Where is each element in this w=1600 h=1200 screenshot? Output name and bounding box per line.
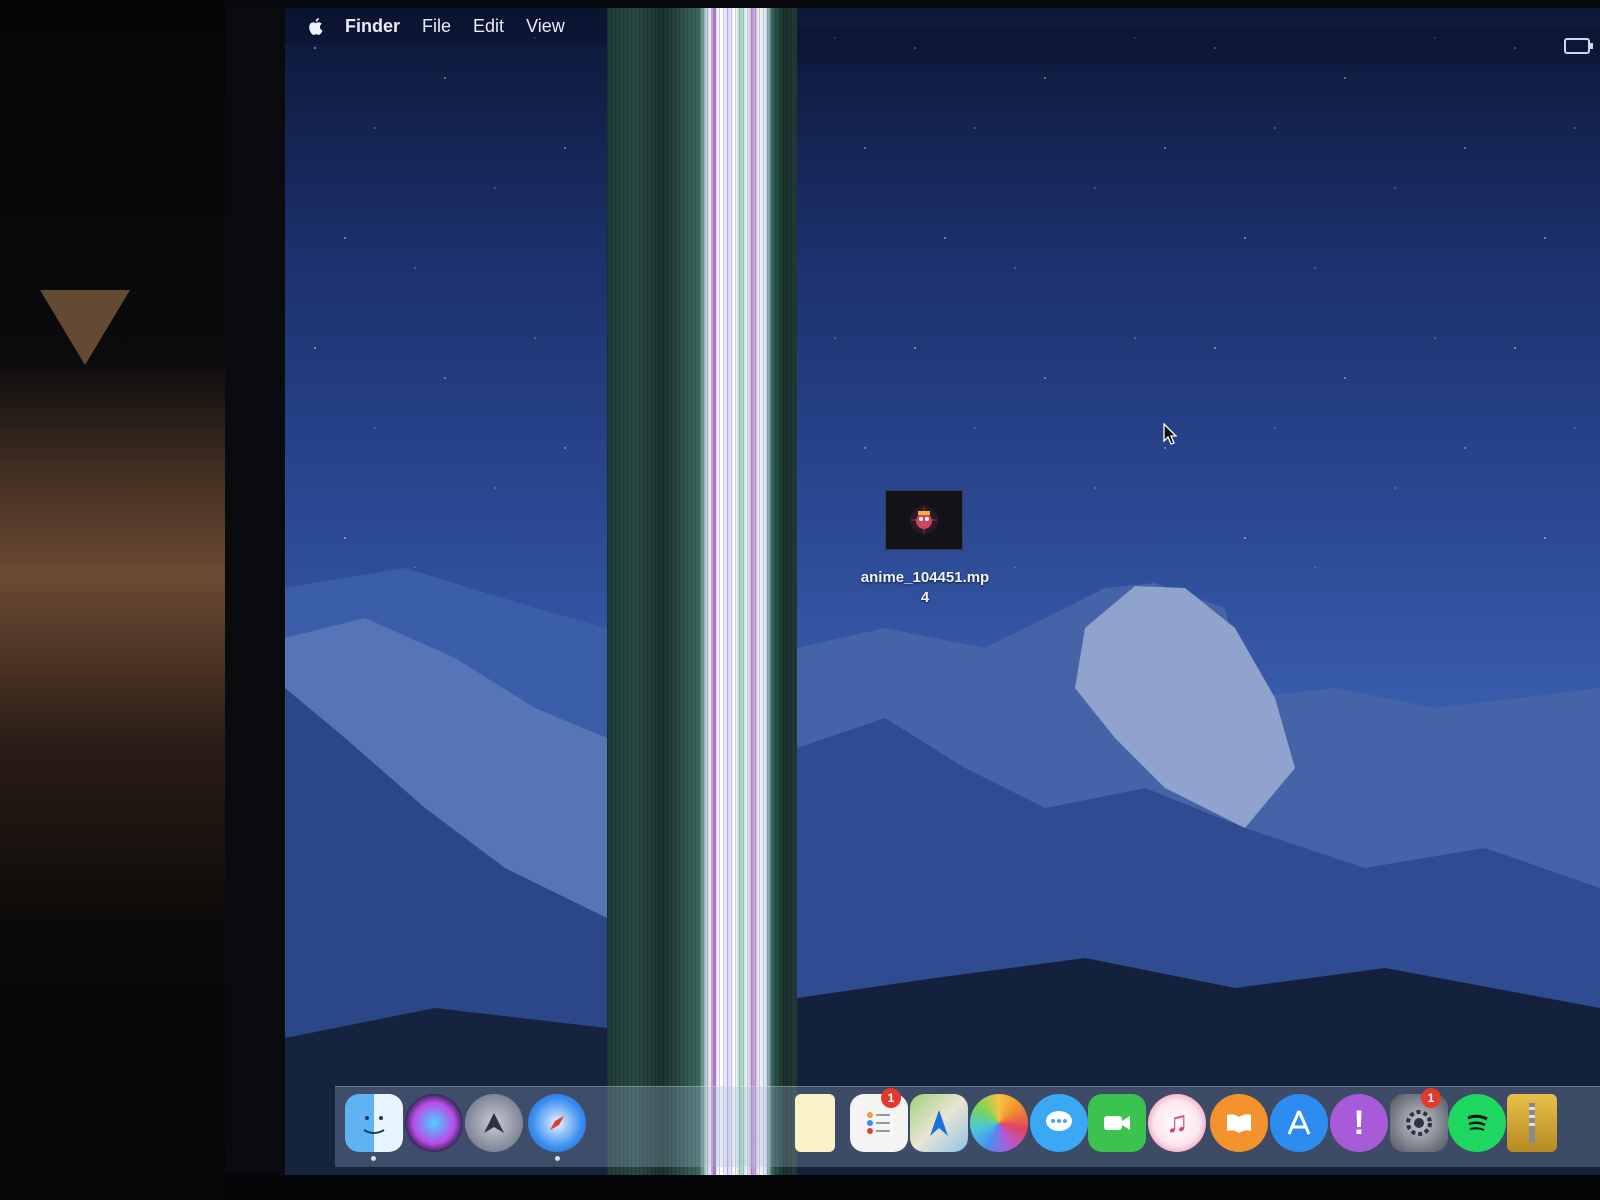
finder-running-dot [371,1156,376,1161]
menu-app-name[interactable]: Finder [345,16,400,37]
feedback-assistant-icon[interactable]: ! [1330,1094,1388,1152]
room-decor-shape [40,290,130,365]
menu-edit[interactable]: Edit [473,16,504,37]
itunes-icon[interactable]: ♫ [1148,1094,1206,1152]
menu-bar-right [797,28,1600,64]
room-background [0,0,225,1200]
glitch-scanlines [607,8,797,1175]
desktop-screen: Finder File Edit View anime_104451.mp 4 [285,8,1600,1175]
menu-bar: Finder File Edit View [285,8,607,44]
photos-icon[interactable] [970,1094,1028,1152]
app-store-icon[interactable] [1270,1094,1328,1152]
facetime-icon[interactable] [1088,1094,1146,1152]
reminders-badge: 1 [881,1088,901,1108]
left-bezel [225,0,285,1200]
bottom-bezel [225,1175,1600,1200]
launchpad-icon[interactable] [465,1094,523,1152]
wallpaper-mountains [285,568,1600,1175]
siri-icon[interactable] [405,1094,463,1152]
notes-icon[interactable] [795,1094,835,1152]
file-name-line1: anime_104451.mp [860,569,990,586]
anime-thumbnail-art [908,504,940,536]
file-name-label[interactable]: anime_104451.mp 4 [840,568,1010,608]
mouse-pointer-icon [1163,423,1178,445]
top-bezel [225,0,1600,8]
ibooks-icon[interactable] [1210,1094,1268,1152]
menu-file[interactable]: File [422,16,451,37]
finder-icon[interactable] [345,1094,403,1152]
screen-glitch-band [607,8,797,1175]
file-name-line2: 4 [920,589,930,606]
spotify-icon[interactable] [1448,1094,1506,1152]
starry-sky [285,8,1600,568]
battery-charging-icon[interactable] [1564,38,1593,54]
system-preferences-badge: 1 [1421,1088,1441,1108]
safari-icon[interactable] [528,1094,586,1152]
archive-utility-icon[interactable] [1507,1094,1557,1152]
apple-logo-icon[interactable] [307,17,323,36]
menu-view[interactable]: View [526,16,565,37]
maps-icon[interactable] [910,1094,968,1152]
safari-running-dot [555,1156,560,1161]
video-file-thumbnail-icon[interactable] [885,490,963,550]
messages-icon[interactable] [1030,1094,1088,1152]
